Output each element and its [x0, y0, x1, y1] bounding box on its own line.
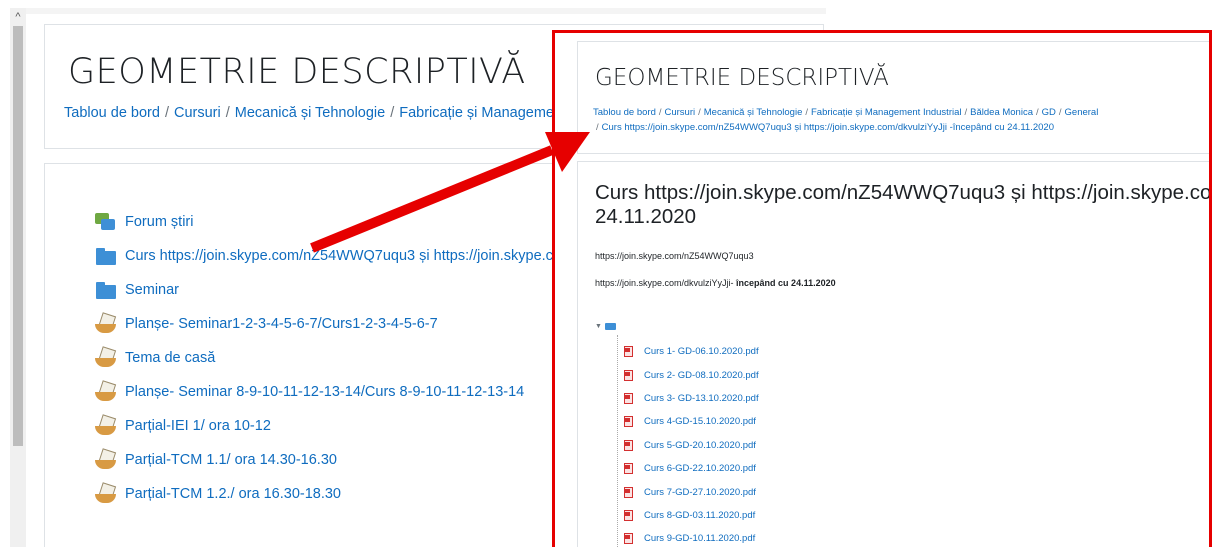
tree-collapse-toggle-icon[interactable]: ▼	[595, 323, 602, 330]
breadcrumb-separator: /	[805, 107, 808, 118]
file-item[interactable]: Curs 7-GD-27.10.2020.pdf	[623, 480, 759, 503]
pdf-icon	[623, 392, 633, 404]
file-name[interactable]: Curs 4-GD-15.10.2020.pdf	[644, 416, 756, 427]
file-item[interactable]: Curs 9-GD-10.11.2020.pdf	[623, 527, 759, 547]
file-item[interactable]: Curs 6-GD-22.10.2020.pdf	[623, 457, 759, 480]
activity-folder-seminar[interactable]: Seminar	[95, 273, 573, 307]
activity-label[interactable]: Planșe- Seminar 8-9-10-11-12-13-14/Curs …	[125, 384, 524, 400]
activity-assignment[interactable]: Planșe- Seminar 8-9-10-11-12-13-14/Curs …	[95, 375, 573, 409]
tree-connector	[617, 335, 618, 547]
scroll-up-arrow-icon[interactable]: ^	[10, 10, 26, 24]
link-text: https://join.skype.com/dkvulziYyJji-	[595, 278, 737, 288]
activity-assignment[interactable]: Parțial-TCM 1.1/ ora 14.30-16.30	[95, 443, 573, 477]
folder-header-card	[577, 41, 1209, 154]
activity-label[interactable]: Seminar	[125, 282, 179, 298]
pdf-icon	[623, 509, 633, 521]
breadcrumb-course-short[interactable]: GD	[1042, 107, 1056, 118]
breadcrumb-courses[interactable]: Cursuri	[665, 107, 696, 118]
assignment-icon	[95, 449, 117, 471]
file-name[interactable]: Curs 2- GD-08.10.2020.pdf	[644, 370, 759, 381]
breadcrumb-faculty[interactable]: Mecanică și Tehnologie	[235, 105, 385, 121]
file-list: Curs 1- GD-06.10.2020.pdf Curs 2- GD-08.…	[623, 340, 759, 547]
file-item[interactable]: Curs 3- GD-13.10.2020.pdf	[623, 387, 759, 410]
top-bar	[26, 8, 826, 14]
file-name[interactable]: Curs 7-GD-27.10.2020.pdf	[644, 487, 756, 498]
file-name[interactable]: Curs 5-GD-20.10.2020.pdf	[644, 440, 756, 451]
file-item[interactable]: Curs 4-GD-15.10.2020.pdf	[623, 410, 759, 433]
assignment-icon	[95, 483, 117, 505]
assignment-icon	[95, 313, 117, 335]
breadcrumb-dashboard[interactable]: Tablou de bord	[64, 105, 160, 121]
file-item[interactable]: Curs 5-GD-20.10.2020.pdf	[623, 434, 759, 457]
breadcrumb-faculty[interactable]: Mecanică și Tehnologie	[704, 107, 803, 118]
file-name[interactable]: Curs 9-GD-10.11.2020.pdf	[644, 533, 755, 544]
pdf-icon	[623, 416, 633, 428]
activity-assignment[interactable]: Parțial-IEI 1/ ora 10-12	[95, 409, 573, 443]
activity-label[interactable]: Parțial-TCM 1.1/ ora 14.30-16.30	[125, 452, 337, 468]
folder-description-link-2: https://join.skype.com/dkvulziYyJji- înc…	[595, 278, 836, 288]
folder-description-link-1: https://join.skype.com/nZ54WWQ7uqu3	[595, 251, 754, 261]
start-date-text: începând cu 24.11.2020	[736, 278, 836, 288]
forum-icon	[95, 211, 117, 233]
activity-assignment[interactable]: Tema de casă	[95, 341, 573, 375]
file-item[interactable]: Curs 2- GD-08.10.2020.pdf	[623, 363, 759, 386]
activity-forum-news[interactable]: Forum știri	[95, 205, 573, 239]
breadcrumb-teacher[interactable]: Băldea Monica	[970, 107, 1033, 118]
breadcrumb-department[interactable]: Fabricație și Management Industrial	[811, 107, 962, 118]
activity-label[interactable]: Forum știri	[125, 214, 193, 230]
assignment-icon	[95, 381, 117, 403]
activity-assignment[interactable]: Parțial-TCM 1.2./ ora 16.30-18.30	[95, 477, 573, 511]
folder-icon	[95, 245, 117, 267]
pdf-icon	[623, 463, 633, 475]
page-scrollbar[interactable]: ^	[10, 8, 26, 547]
breadcrumb-separator: /	[658, 107, 662, 118]
breadcrumb-separator: /	[964, 107, 968, 118]
activity-label[interactable]: Parțial-IEI 1/ ora 10-12	[125, 418, 271, 434]
breadcrumb: Tablou de bord / Cursuri / Mecanică și Tehno…	[64, 105, 559, 121]
assignment-icon	[95, 347, 117, 369]
folder-breadcrumb: Tablou de bord / Cursuri / Mecanică și Tehno…	[593, 105, 1209, 135]
activity-label[interactable]: Parțial-TCM 1.2./ ora 16.30-18.30	[125, 486, 341, 502]
pdf-icon	[623, 369, 633, 381]
breadcrumb-separator: /	[1058, 107, 1062, 118]
folder-icon	[605, 323, 616, 330]
file-item[interactable]: Curs 8-GD-03.11.2020.pdf	[623, 504, 759, 527]
breadcrumb-separator: /	[698, 107, 701, 118]
file-name[interactable]: Curs 3- GD-13.10.2020.pdf	[644, 393, 759, 404]
breadcrumb-current-folder[interactable]: Curs https://join.skype.com/nZ54WWQ7uqu3…	[602, 122, 1054, 133]
pdf-icon	[623, 486, 633, 498]
file-item[interactable]: Curs 1- GD-06.10.2020.pdf	[623, 340, 759, 363]
breadcrumb-dashboard[interactable]: Tablou de bord	[593, 107, 656, 118]
activity-label[interactable]: Curs https://join.skype.com/nZ54WWQ7uqu3…	[125, 248, 573, 264]
pdf-icon	[623, 346, 633, 358]
breadcrumb-separator: /	[390, 105, 395, 121]
pdf-icon	[623, 439, 633, 451]
folder-icon	[95, 279, 117, 301]
scroll-thumb[interactable]	[13, 26, 23, 446]
file-name[interactable]: Curs 8-GD-03.11.2020.pdf	[644, 510, 755, 521]
page-title: GEOMETRIE DESCRIPTIVĂ	[68, 52, 526, 92]
breadcrumb-courses[interactable]: Cursuri	[174, 105, 221, 121]
folder-page-title: GEOMETRIE DESCRIPTIVĂ	[595, 65, 889, 91]
activity-label[interactable]: Tema de casă	[125, 350, 215, 366]
breadcrumb-department[interactable]: Fabricație și Managemer	[399, 105, 559, 121]
folder-page-screenshot-frame: GEOMETRIE DESCRIPTIVĂ Tablou de bord / Cur…	[552, 30, 1212, 547]
activity-folder-course[interactable]: Curs https://join.skype.com/nZ54WWQ7uqu3…	[95, 239, 573, 273]
file-name[interactable]: Curs 6-GD-22.10.2020.pdf	[644, 463, 756, 474]
activity-list: Forum știri Curs https://join.skype.com/…	[95, 205, 573, 511]
activity-assignment[interactable]: Planșe- Seminar1-2-3-4-5-6-7/Curs1-2-3-4…	[95, 307, 573, 341]
file-name[interactable]: Curs 1- GD-06.10.2020.pdf	[644, 346, 759, 357]
folder-heading: Curs https://join.skype.com/nZ54WWQ7uqu3…	[595, 181, 1212, 204]
breadcrumb-separator: /	[164, 105, 169, 121]
pdf-icon	[623, 533, 633, 545]
breadcrumb-separator: /	[596, 122, 599, 133]
folder-heading-date: 24.11.2020	[595, 205, 697, 228]
breadcrumb-separator: /	[225, 105, 230, 121]
breadcrumb-section-general[interactable]: General	[1065, 107, 1099, 118]
breadcrumb-separator: /	[1036, 107, 1039, 118]
activity-label[interactable]: Planșe- Seminar1-2-3-4-5-6-7/Curs1-2-3-4…	[125, 316, 438, 332]
assignment-icon	[95, 415, 117, 437]
